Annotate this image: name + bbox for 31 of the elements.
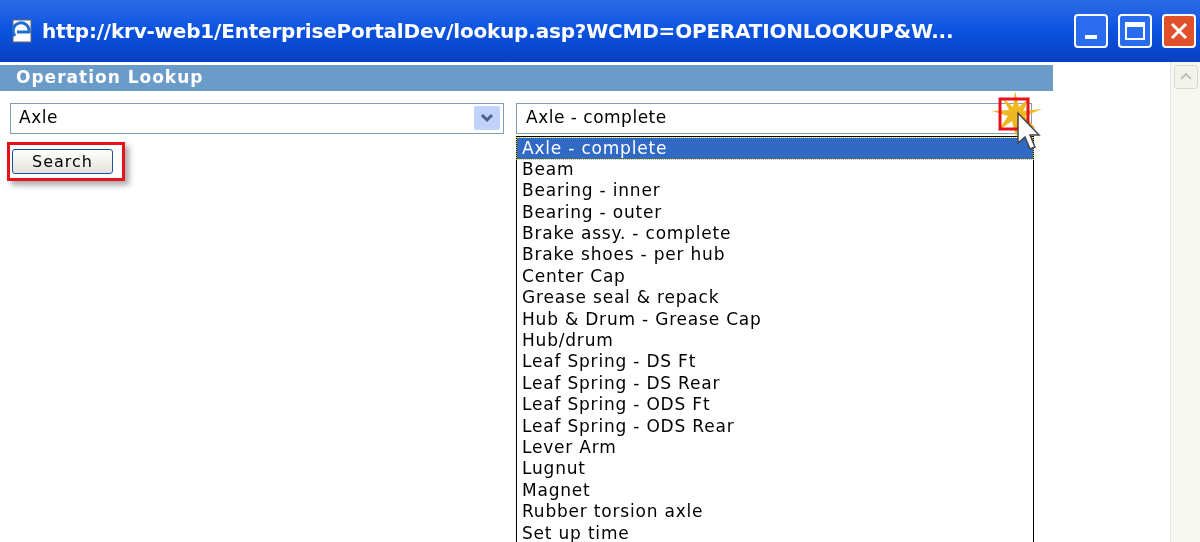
search-button[interactable]: Search [12, 148, 113, 174]
dropdown-option[interactable]: Magnet [517, 479, 1033, 502]
dropdown-option[interactable]: Bearing - outer [517, 201, 1033, 224]
maximize-icon [1125, 22, 1145, 40]
dropdown-option[interactable]: Beam [517, 158, 1033, 181]
dropdown-option[interactable]: Hub/drum [517, 330, 1033, 352]
operation-select[interactable]: Axle - complete [516, 102, 1032, 134]
dropdown-icon [474, 106, 500, 130]
dropdown-option[interactable]: Center Cap [517, 265, 1033, 288]
dropdown-option[interactable]: Brake shoes - per hub [517, 244, 1033, 266]
maximize-button[interactable] [1118, 14, 1152, 48]
window-title: http://krv-web1/EnterprisePortalDev/lookup.asp?WCMD=OPERATIONLOOKUP&W... [42, 18, 955, 45]
dropdown-option[interactable]: Lugnut [517, 458, 1033, 480]
dropdown-option[interactable]: Hub & Drum - Grease Cap [517, 308, 1033, 330]
dropdown-option[interactable]: Grease seal & repack [517, 287, 1033, 309]
close-button[interactable] [1162, 14, 1196, 48]
close-icon [1170, 22, 1188, 40]
dropdown-option[interactable]: Bearing - inner [517, 180, 1033, 202]
dropdown-option[interactable]: Brake assy. - complete [517, 223, 1033, 245]
dropdown-option[interactable]: Leaf Spring - DS Rear [517, 372, 1033, 395]
dropdown-option[interactable]: Leaf Spring - ODS Ft [517, 394, 1033, 416]
dropdown-option[interactable]: Leaf Spring - ODS Rear [517, 415, 1033, 437]
dropdown-option[interactable]: Axle - complete [517, 137, 1033, 159]
category-select[interactable]: Axle [10, 102, 504, 134]
dropdown-option[interactable]: Lever Arm [517, 436, 1033, 459]
dropdown-option[interactable]: Leaf Spring - DS Ft [517, 351, 1033, 373]
minimize-icon [1085, 35, 1097, 39]
panel-title: Operation Lookup [16, 66, 204, 89]
minimize-button[interactable] [1074, 14, 1108, 48]
dropdown-option[interactable]: Rubber torsion axle [517, 501, 1033, 523]
dropdown-option[interactable]: Set up time [517, 522, 1033, 542]
